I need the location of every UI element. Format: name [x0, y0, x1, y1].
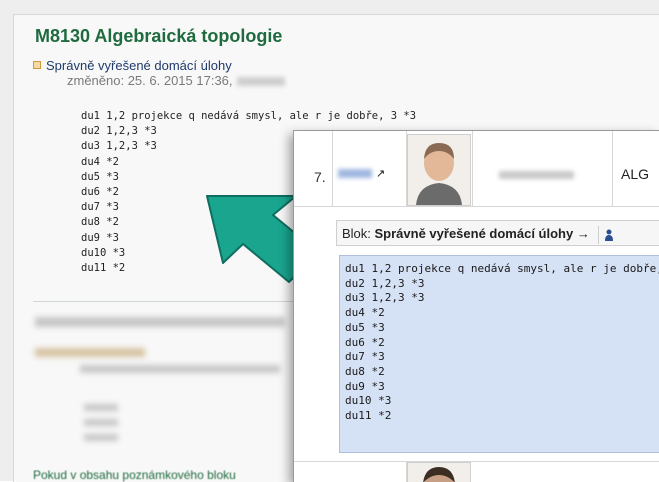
avatar: [408, 463, 470, 482]
avatar: [408, 135, 470, 205]
course-code-cell: ALG: [621, 166, 650, 182]
blurred-entry-line: [84, 434, 118, 441]
bottom-link[interactable]: Pokud v obsahu poznámkového bloku: [33, 468, 295, 482]
zoom-popup: 7. ↗ ALG Blok: Správně vyřešené domácí ú…: [293, 130, 659, 482]
block-arrow: →: [573, 226, 590, 241]
blurred-entry-line: [84, 419, 118, 426]
person-icon[interactable]: [604, 229, 613, 241]
course-title: M8130 Algebraická topologie: [35, 26, 283, 46]
separator: [597, 225, 599, 244]
student-photo: [407, 462, 471, 482]
student-photo: [407, 134, 471, 206]
note-entry[interactable]: Správně vyřešené domácí úlohy: [33, 58, 232, 73]
blurred-entry-label: [35, 348, 145, 357]
blurred-entry-date: [80, 365, 280, 373]
external-link-icon[interactable]: ↗: [376, 167, 385, 180]
table-divider: [294, 461, 659, 462]
blurred-entry-title: [35, 317, 285, 327]
table-divider: [332, 131, 333, 206]
redacted-student-id[interactable]: [338, 169, 372, 178]
block-name[interactable]: Správně vyřešené domácí úlohy: [375, 226, 574, 241]
note-changed: změněno: 25. 6. 2015 17:36,: [67, 73, 285, 88]
table-divider: [472, 131, 473, 206]
table-divider: [612, 131, 613, 206]
block-header[interactable]: Blok: Správně vyřešené domácí úlohy →: [336, 220, 659, 246]
block-prefix: Blok:: [342, 226, 375, 241]
square-bullet-icon: [33, 61, 41, 69]
redacted-author: [236, 77, 285, 87]
divider: [33, 301, 295, 302]
student-rank: 7.: [314, 169, 326, 185]
block-content: du1 1,2 projekce q nedává smysl, ale r j…: [345, 262, 659, 423]
blurred-entry-line: [84, 404, 118, 411]
table-divider: [294, 206, 659, 207]
changed-text: změněno: 25. 6. 2015 17:36,: [67, 73, 233, 88]
redacted-student-name: [499, 171, 574, 179]
note-label[interactable]: Správně vyřešené domácí úlohy: [46, 58, 232, 73]
